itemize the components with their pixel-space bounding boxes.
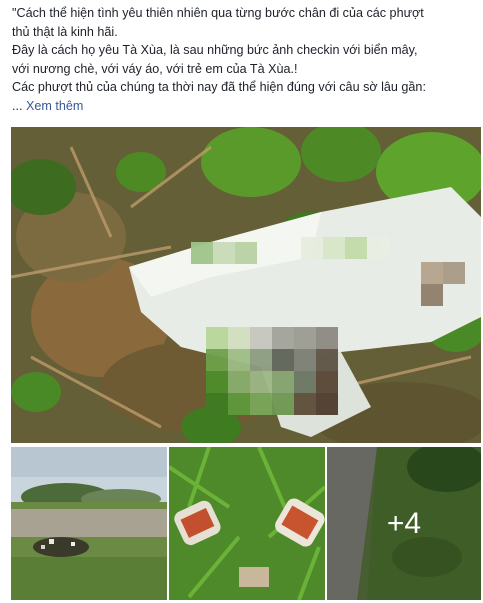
photo-thumbnail-1[interactable] <box>11 447 167 600</box>
see-more-link[interactable]: Xem thêm <box>26 99 83 113</box>
post-line-1: "Cách thể hiện tình yêu thiên nhiên qua … <box>12 6 424 20</box>
ellipsis: ... <box>12 98 26 113</box>
post-line-3: Đây là cách họ yêu Tà Xùa, là sau những … <box>12 43 418 57</box>
main-photo[interactable] <box>11 127 481 443</box>
thumbnail-1-image <box>11 447 167 600</box>
post-line-2: thủ thật là kinh hãi. <box>12 24 118 39</box>
photo-thumbnail-more[interactable]: +4 <box>327 447 481 600</box>
thumbnail-2-image <box>169 447 325 600</box>
photo-thumbnail-2[interactable] <box>169 447 325 600</box>
main-photo-image <box>11 127 481 443</box>
post-text: "Cách thể hiện tình yêu thiên nhiên qua … <box>12 4 478 115</box>
see-more-row: ... Xem thêm <box>12 97 478 116</box>
more-photos-count: +4 <box>386 506 422 540</box>
more-photos-overlay: +4 <box>327 447 481 600</box>
post-line-4: với nương chè, với váy áo, với trẻ em củ… <box>12 61 298 76</box>
post-line-5: Các phượt thủ của chúng ta thời nay đã t… <box>12 80 426 94</box>
photo-grid: +4 <box>11 127 481 600</box>
